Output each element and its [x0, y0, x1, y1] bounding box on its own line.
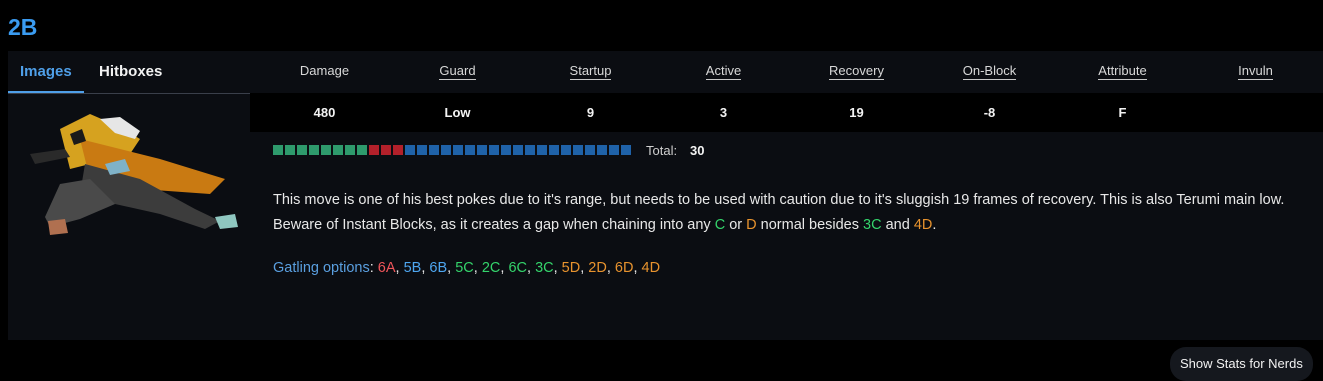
gatling-option: 6A	[377, 260, 396, 276]
stat-value-on-block: -8	[983, 105, 996, 120]
frame-active	[369, 145, 379, 155]
notation-3c: 3C	[863, 217, 882, 233]
frame-recovery	[609, 145, 619, 155]
tab-hitboxes[interactable]: Hitboxes	[87, 51, 174, 93]
frame-recovery	[417, 145, 427, 155]
stat-value-active: 3	[719, 105, 728, 120]
stat-header-active[interactable]: Active	[657, 63, 790, 80]
stat-header-guard[interactable]: Guard	[391, 63, 524, 80]
frame-recovery	[453, 145, 463, 155]
frame-recovery	[405, 145, 415, 155]
frame-recovery	[441, 145, 451, 155]
gatling-option: 6B	[429, 260, 448, 276]
gatling-option: 5B	[403, 260, 422, 276]
show-stats-for-nerds-button[interactable]: Show Stats for Nerds	[1170, 347, 1313, 381]
stat-header-recovery[interactable]: Recovery	[790, 63, 923, 80]
gatling-label: Gatling options	[273, 260, 370, 276]
frame-recovery	[549, 145, 559, 155]
stats-value-row: 480 Low 9 3 19 -8 F	[250, 93, 1323, 132]
stat-value-startup: 9	[586, 105, 595, 120]
frame-active	[393, 145, 403, 155]
frame-recovery	[501, 145, 511, 155]
move-card: Images Hitboxes Damage Guard Startup Act…	[8, 51, 1323, 381]
frame-recovery	[621, 145, 631, 155]
notation-d: D	[746, 217, 757, 233]
frame-recovery	[525, 145, 535, 155]
tab-images[interactable]: Images	[8, 51, 84, 93]
gatling-option: 2D	[588, 260, 607, 276]
frame-startup	[285, 145, 295, 155]
stat-header-startup[interactable]: Startup	[524, 63, 657, 80]
stat-header-on-block[interactable]: On-Block	[923, 63, 1056, 80]
frame-recovery	[513, 145, 523, 155]
frame-recovery	[477, 145, 487, 155]
stat-header-invuln[interactable]: Invuln	[1189, 63, 1322, 80]
frame-startup	[309, 145, 319, 155]
frame-total-value: 30	[690, 143, 705, 158]
gatling-option: 5C	[455, 260, 474, 276]
frame-recovery	[537, 145, 547, 155]
frame-startup	[357, 145, 367, 155]
gatling-options: Gatling options: 6A, 5B, 6B, 5C, 2C, 6C,…	[273, 260, 661, 276]
move-description: This move is one of his best pokes due t…	[273, 192, 1285, 233]
media-tabs: Images Hitboxes	[8, 51, 250, 94]
frame-startup	[321, 145, 331, 155]
frame-recovery	[561, 145, 571, 155]
stat-value-attribute: F	[1118, 105, 1127, 120]
frame-recovery	[489, 145, 499, 155]
move-title: 2B	[8, 14, 38, 40]
frame-startup	[345, 145, 355, 155]
character-sprite-image	[30, 114, 238, 235]
stat-value-recovery: 19	[849, 105, 864, 120]
gatling-option: 4D	[641, 260, 661, 276]
frame-total-label: Total:	[646, 143, 678, 158]
stat-header-damage: Damage	[299, 63, 350, 78]
stat-header-attribute[interactable]: Attribute	[1056, 63, 1189, 80]
frame-startup	[333, 145, 343, 155]
gatling-option: 6C	[508, 260, 527, 276]
stat-value-guard: Low	[444, 105, 471, 120]
stat-value-damage: 480	[313, 105, 336, 120]
frame-recovery	[597, 145, 607, 155]
frame-startup	[297, 145, 307, 155]
gatling-option: 5D	[561, 260, 581, 276]
gatling-option: 2C	[481, 260, 501, 276]
gatling-option: 6D	[614, 260, 634, 276]
frame-active	[381, 145, 391, 155]
frame-recovery	[429, 145, 439, 155]
notation-c: C	[714, 217, 726, 233]
frame-recovery	[465, 145, 475, 155]
frame-startup	[273, 145, 283, 155]
notation-4d: 4D	[913, 217, 933, 233]
gatling-option: 3C	[535, 260, 554, 276]
frame-recovery	[585, 145, 595, 155]
stats-header-row: Damage Guard Startup Active Recovery On-…	[258, 51, 1323, 93]
frame-recovery	[573, 145, 583, 155]
